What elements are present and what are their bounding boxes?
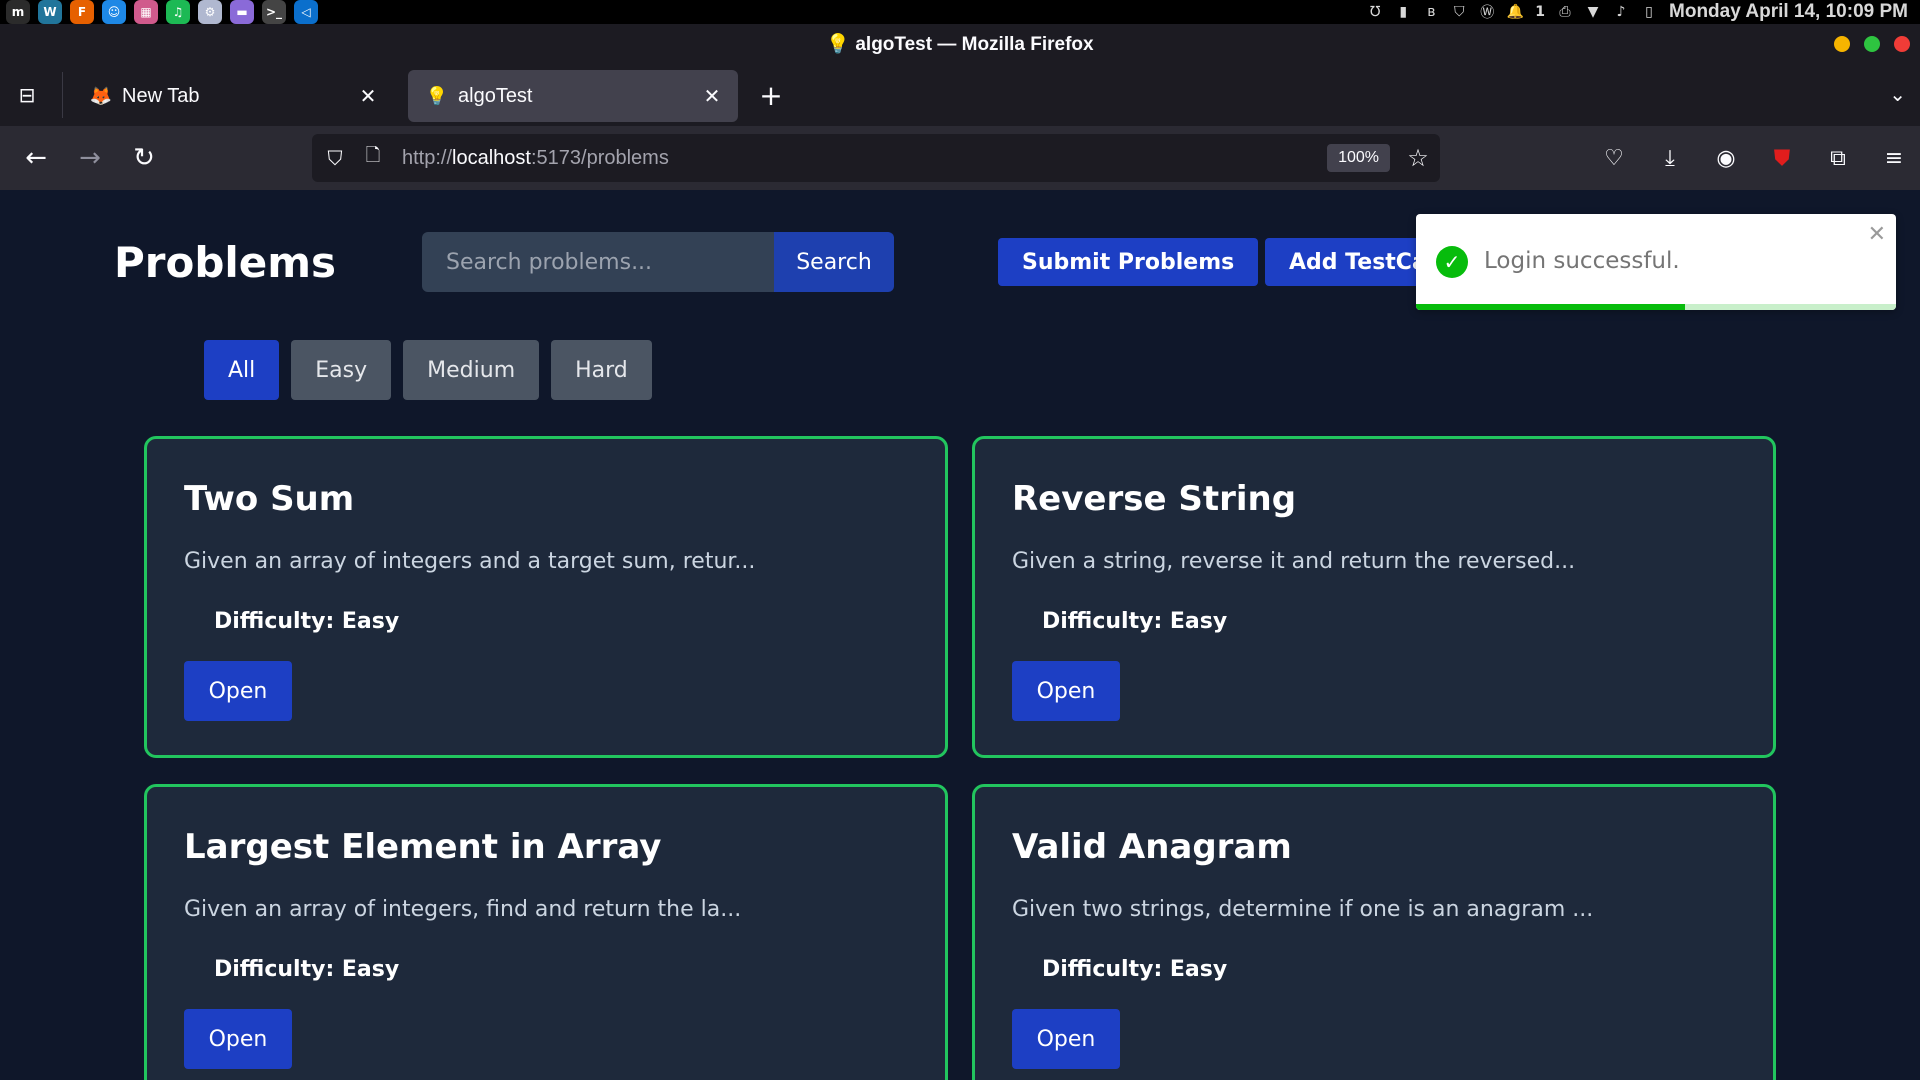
clipboard-icon[interactable]: ▮ [1395,4,1411,20]
close-tab-icon[interactable]: ✕ [356,84,380,108]
spotify-icon[interactable]: ♫ [166,0,190,24]
problem-title: Reverse String [1012,479,1297,519]
page-title: Problems [114,238,337,287]
bluetooth-icon[interactable]: ʙ [1423,4,1439,20]
page-info-icon[interactable]: 🗋 [362,145,384,171]
toolbar-right: ♡ ⤓ ◉ ⛊ ⧉ ≡ [1598,142,1910,174]
tab-label: algoTest [458,84,533,107]
firefox-favicon-icon: 🦊 [89,85,113,106]
tab-list-icon[interactable]: ⊟ [14,82,40,108]
os-app-launcher: m W F ☺ ▦ ♫ ⚙ ▬ >_ ◁ [0,0,318,24]
problem-difficulty: Difficulty: Easy [1042,957,1228,982]
navigation-toolbar: ← → ↻ ⛉ 🗋 http://localhost:5173/problems… [0,126,1920,190]
zoom-level-badge[interactable]: 100% [1327,144,1390,172]
terminal-icon[interactable]: >_ [262,0,286,24]
toast-progress-bar [1416,304,1685,310]
vpn-icon[interactable]: ℧ [1367,4,1383,20]
finder-icon[interactable]: ☺ [102,0,126,24]
tab-label: New Tab [122,84,200,107]
ublock-icon[interactable]: ⛊ [1766,142,1798,174]
problem-title: Largest Element in Array [184,827,662,867]
minimize-button[interactable] [1834,36,1850,52]
os-system-tray: ℧ ▮ ʙ ⛉ Ⓦ 🔔 1 ⎙ ▼ ♪ ▯ Monday April 14, 1… [1367,0,1908,24]
new-tab-plus-icon[interactable]: + [758,79,784,112]
wordpress-tray-icon[interactable]: Ⓦ [1479,4,1495,21]
problem-description: Given two strings, determine if one is a… [1012,897,1594,922]
printer-icon[interactable]: ⎙ [1557,4,1573,20]
browser-titlebar: 💡 algoTest — Mozilla Firefox [0,24,1920,64]
window-controls [1834,36,1910,52]
reload-icon[interactable]: ↻ [130,143,158,173]
vscode-icon[interactable]: ◁ [294,0,318,24]
problem-difficulty: Difficulty: Easy [214,957,400,982]
close-tab-icon[interactable]: ✕ [700,84,724,108]
tab-separator [62,72,63,118]
extensions-puzzle-icon[interactable]: ⧉ [1822,142,1854,174]
close-window-button[interactable] [1894,36,1910,52]
pocket-icon[interactable]: ♡ [1598,142,1630,174]
firefox-icon[interactable]: F [70,0,94,24]
wordpress-icon[interactable]: W [38,0,62,24]
page-content: Problems Search Submit Problems Add Test… [0,190,1920,1080]
settings-icon[interactable]: ⚙ [198,0,222,24]
filter-easy-button[interactable]: Easy [291,340,392,400]
filter-medium-button[interactable]: Medium [403,340,540,400]
back-arrow-icon[interactable]: ← [22,143,50,173]
url-text[interactable]: http://localhost:5173/problems [402,147,1327,170]
workspace-indicator[interactable]: 1 [1535,4,1545,20]
problem-description: Given a string, reverse it and return th… [1012,549,1576,574]
problem-difficulty: Difficulty: Easy [1042,609,1228,634]
difficulty-filter-group: All Easy Medium Hard [204,340,652,400]
folder-icon[interactable]: ▬ [230,0,254,24]
volume-icon[interactable]: ♪ [1613,4,1629,20]
window-title: 💡 algoTest — Mozilla Firefox [826,34,1094,55]
open-problem-button[interactable]: Open [1012,1009,1120,1069]
search-input[interactable] [422,232,774,292]
notification-icon[interactable]: 🔔 [1507,4,1524,20]
account-icon[interactable]: ◉ [1710,142,1742,174]
tab-bar: ⊟ 🦊 New Tab ✕ 💡 algoTest ✕ + ⌄ [0,64,1920,126]
open-problem-button[interactable]: Open [184,661,292,721]
shield-tray-icon[interactable]: ⛉ [1451,4,1467,20]
problem-description: Given an array of integers and a target … [184,549,756,574]
calendar-icon[interactable]: ▦ [134,0,158,24]
open-problem-button[interactable]: Open [184,1009,292,1069]
toast-close-icon[interactable]: ✕ [1868,222,1886,247]
wifi-icon[interactable]: ▼ [1585,4,1601,20]
bookmark-star-icon[interactable]: ☆ [1404,144,1432,172]
download-icon[interactable]: ⤓ [1654,142,1686,174]
url-bar[interactable]: ⛉ 🗋 http://localhost:5173/problems 100% … [312,134,1440,182]
toast-message: Login successful. [1484,248,1680,274]
maximize-button[interactable] [1864,36,1880,52]
problem-card: Valid Anagram Given two strings, determi… [972,784,1776,1080]
checkmark-icon: ✓ [1436,246,1468,278]
login-success-toast[interactable]: ✓ Login successful. ✕ [1416,214,1896,310]
list-all-tabs-chevron-icon[interactable]: ⌄ [1889,82,1906,106]
problem-card: Two Sum Given an array of integers and a… [144,436,948,758]
mint-menu-icon[interactable]: m [6,0,30,24]
problem-card: Largest Element in Array Given an array … [144,784,948,1080]
lightbulb-favicon-icon: 💡 [425,85,449,106]
problem-difficulty: Difficulty: Easy [214,609,400,634]
search-button[interactable]: Search [774,232,894,292]
tab-algotest[interactable]: 💡 algoTest ✕ [408,70,738,122]
problem-card: Reverse String Given a string, reverse i… [972,436,1776,758]
filter-hard-button[interactable]: Hard [551,340,652,400]
problem-title: Two Sum [184,479,355,519]
open-problem-button[interactable]: Open [1012,661,1120,721]
battery-icon[interactable]: ▯ [1641,4,1657,20]
filter-all-button[interactable]: All [204,340,280,400]
tab-new-tab[interactable]: 🦊 New Tab ✕ [72,70,394,122]
submit-problems-button[interactable]: Submit Problems [998,238,1259,286]
problem-description: Given an array of integers, find and ret… [184,897,742,922]
problem-title: Valid Anagram [1012,827,1292,867]
os-top-bar: m W F ☺ ▦ ♫ ⚙ ▬ >_ ◁ ℧ ▮ ʙ ⛉ Ⓦ 🔔 1 ⎙ ▼ ♪ ▯ Monday… [0,0,1920,24]
forward-arrow-icon[interactable]: → [76,143,104,173]
hamburger-menu-icon[interactable]: ≡ [1878,142,1910,174]
os-clock[interactable]: Monday April 14, 10:09 PM [1669,1,1908,23]
tracking-shield-icon[interactable]: ⛉ [322,145,348,171]
search-bar: Search [422,232,894,292]
